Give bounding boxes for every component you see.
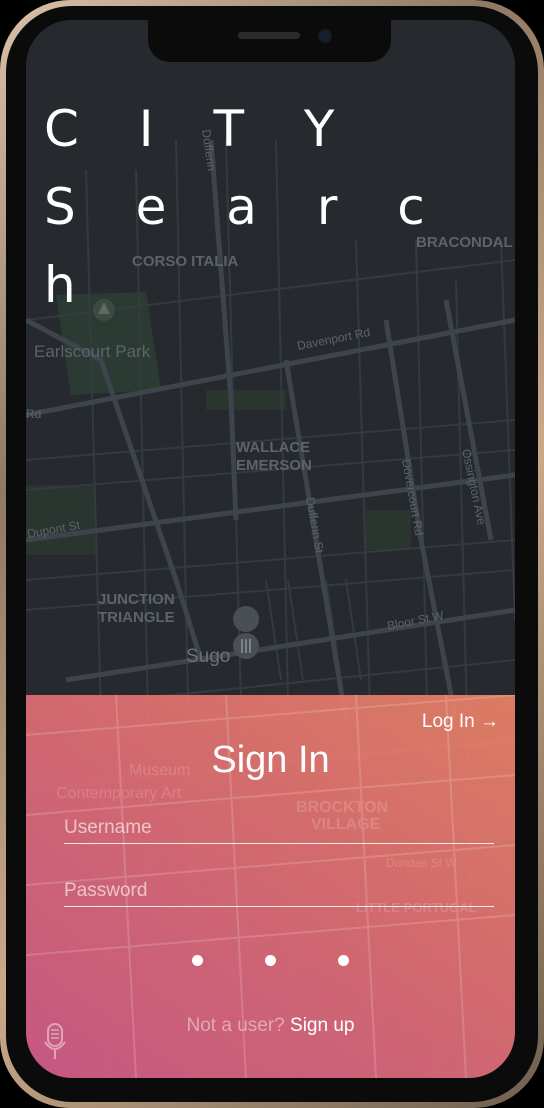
map-label: JUNCTION (98, 591, 175, 608)
signup-prompt-text: Not a user? (186, 1015, 285, 1036)
page-dot[interactable] (265, 955, 276, 966)
map-label: Dundas St W (386, 856, 457, 870)
map-label: Earlscourt Park (34, 342, 151, 361)
map-label: WALLACE (236, 439, 310, 456)
signin-panel: Museum Contemporary Art BROCKTON VILLAGE… (26, 695, 515, 1078)
username-field[interactable] (64, 813, 494, 844)
signin-title: Sign In (211, 739, 330, 781)
map-label: EMERSON (236, 457, 312, 474)
app-screen: CORSO ITALIA BRACONDAL WALLACE EMERSON J… (26, 20, 515, 1078)
login-link[interactable]: Log In → (422, 711, 499, 733)
page-dot[interactable] (192, 955, 203, 966)
map-label: Sugo (186, 646, 230, 667)
signup-link[interactable]: Sign up (290, 1015, 354, 1036)
microphone-icon[interactable] (43, 1022, 67, 1062)
brand-title-line-1: C I T Y (44, 100, 357, 158)
signup-prompt: Not a user? Sign up (26, 1015, 515, 1037)
front-camera (320, 31, 330, 41)
page-dot[interactable] (338, 955, 349, 966)
map-label: Contemporary Art (56, 785, 182, 802)
page-indicator (26, 953, 515, 971)
map-label: TRIANGLE (98, 609, 175, 626)
phone-notch (148, 20, 391, 62)
map-label: Rd (26, 407, 41, 421)
brand-title-line-2: S e a r c h (44, 178, 447, 314)
speaker-grille (238, 32, 300, 39)
password-field[interactable] (64, 876, 494, 907)
app-brand: C I T Y S e a r c h (44, 90, 515, 324)
